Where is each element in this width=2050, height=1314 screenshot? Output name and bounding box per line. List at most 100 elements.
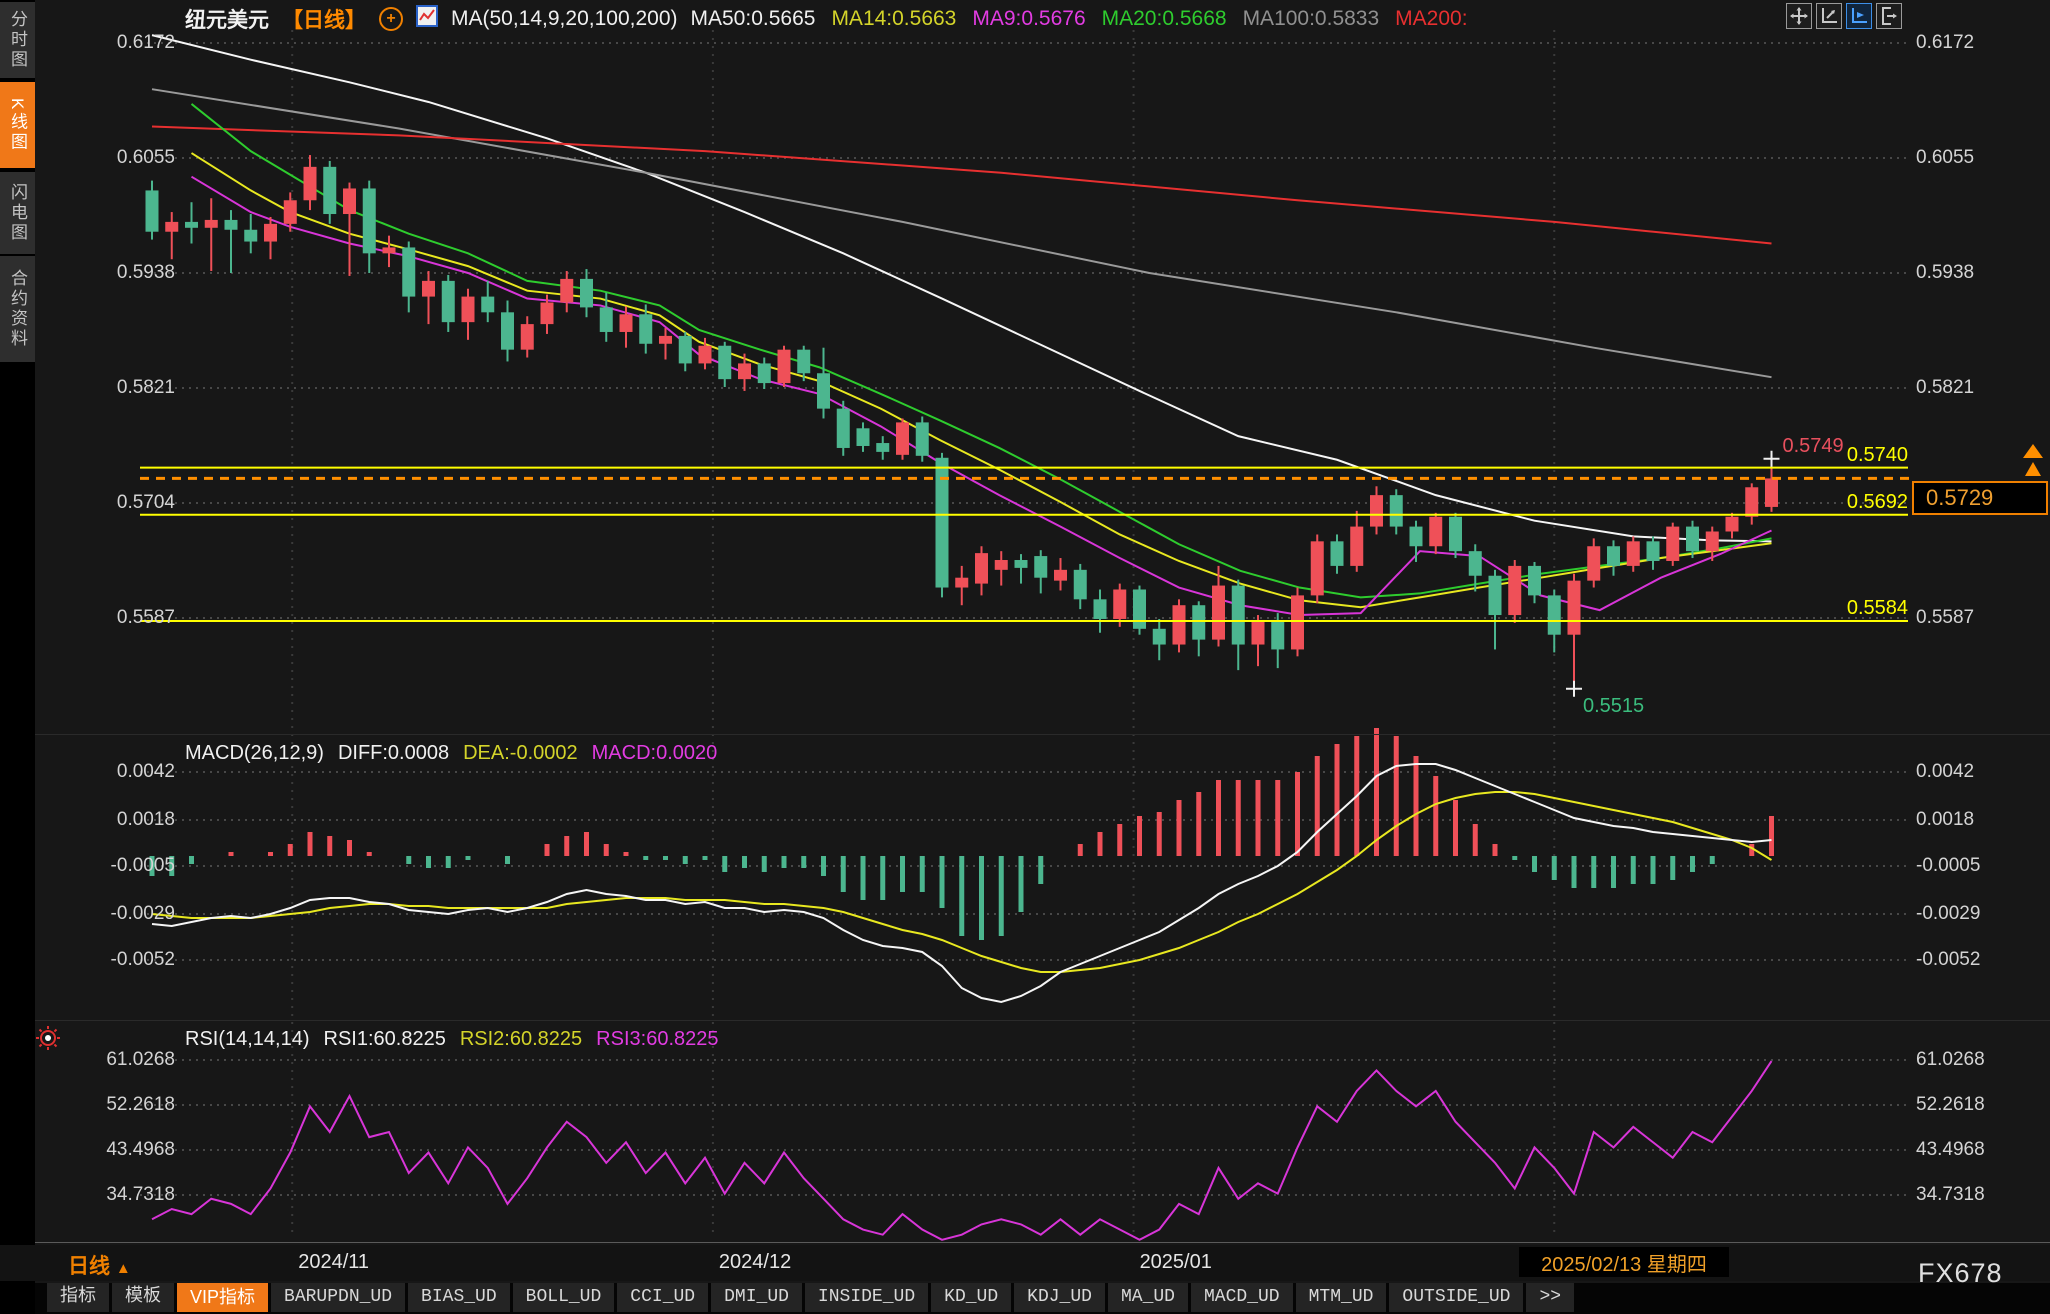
- candle-body: [600, 307, 613, 332]
- chart-app: 分时图K线图闪电图合约资料 纽元美元 【日线】 + MA(50,14,9,20,…: [0, 0, 2050, 1314]
- candle-body: [758, 363, 771, 383]
- candle-body: [1726, 517, 1739, 532]
- level-label: 0.5584: [1708, 597, 1908, 620]
- low-price-label: 0.5515: [1583, 695, 1644, 718]
- macd-axis-label: -0.0052: [35, 949, 175, 971]
- candle-body: [975, 553, 988, 583]
- candle-body: [857, 428, 870, 446]
- candle-body: [1686, 527, 1699, 552]
- chart-canvas[interactable]: [0, 0, 2050, 1245]
- candle-body: [1627, 541, 1640, 566]
- candle-body: [264, 224, 277, 242]
- sidebar-item-contract-info[interactable]: 合约资料: [0, 256, 35, 362]
- indicator-tab-ma_ud[interactable]: MA_UD: [1108, 1283, 1188, 1312]
- pan-icon[interactable]: [1786, 3, 1812, 29]
- rsi-axis-label: 52.2618: [35, 1094, 175, 1116]
- indicator-tab-dmi_ud[interactable]: DMI_UD: [711, 1283, 802, 1312]
- indicator-tab-mtm_ud[interactable]: MTM_UD: [1296, 1283, 1387, 1312]
- price-axis-label: 0.5938: [1916, 262, 1974, 284]
- candle-body: [1212, 586, 1225, 640]
- candle-body: [1489, 576, 1502, 615]
- price-axis-label: 0.5587: [1916, 607, 1974, 629]
- indicator-tab->>[interactable]: >>: [1526, 1283, 1574, 1312]
- circle-plus-icon[interactable]: +: [379, 7, 403, 31]
- candle-body: [1252, 620, 1265, 645]
- candle-body: [402, 247, 415, 296]
- candle-body: [1331, 541, 1344, 566]
- candle-body: [185, 222, 198, 228]
- mini-chart-icon[interactable]: [416, 5, 438, 33]
- indicator-tab-[interactable]: 指标: [47, 1283, 109, 1312]
- macd-dea-value: DEA:-0.0002: [463, 742, 578, 765]
- candle-body: [1173, 605, 1186, 644]
- candle-body: [225, 220, 238, 230]
- candle-body: [1666, 527, 1679, 561]
- current-price-box: 0.5729: [1912, 481, 2048, 515]
- indicator-tab-kd_ud[interactable]: KD_UD: [931, 1283, 1011, 1312]
- candle-body: [1350, 527, 1363, 566]
- indicator-tab-[interactable]: 模板: [112, 1283, 174, 1312]
- candle-body: [620, 314, 633, 332]
- indicator-tab-bias_ud[interactable]: BIAS_UD: [408, 1283, 510, 1312]
- ma-value: MA100:0.5833: [1243, 7, 1380, 31]
- indicator-tab-kdj_ud[interactable]: KDJ_UD: [1014, 1283, 1105, 1312]
- axis-scale-icon[interactable]: [1816, 3, 1842, 29]
- candle-body: [738, 363, 751, 379]
- rsi-axis-label: 34.7318: [35, 1184, 175, 1206]
- indicator-tab-macd_ud[interactable]: MACD_UD: [1191, 1283, 1293, 1312]
- candle-body: [1390, 495, 1403, 526]
- date-tick: 2025/01: [1140, 1251, 1212, 1274]
- rsi-axis-label: 61.0268: [35, 1049, 175, 1071]
- indicator-tab-inside_ud[interactable]: INSIDE_UD: [805, 1283, 928, 1312]
- axis-scale-blue-icon[interactable]: [1846, 3, 1872, 29]
- price-up-arrow-icon: [2023, 444, 2043, 476]
- candle-body: [639, 314, 652, 343]
- candle-body: [1232, 586, 1245, 645]
- macd-axis-label: -0.0005: [35, 855, 175, 877]
- macd-axis-label: -0.0052: [1916, 949, 1980, 971]
- ma-line-ma20: [192, 104, 1772, 597]
- timeline-separator: [35, 1242, 2050, 1243]
- candle-body: [955, 578, 968, 588]
- candle-body: [323, 167, 336, 214]
- candle-body: [876, 443, 889, 452]
- macd-axis-label: 0.0018: [1916, 809, 1974, 831]
- candle-body: [916, 422, 929, 455]
- candle-body: [1074, 570, 1087, 599]
- rsi-title: RSI(14,14,14): [185, 1028, 310, 1051]
- candle-body: [165, 222, 178, 232]
- sidebar-item-lightning-chart[interactable]: 闪电图: [0, 172, 35, 254]
- ma-value: MA20:0.5668: [1102, 7, 1227, 31]
- rsi-line: [152, 1061, 1772, 1240]
- indicator-tab-barupdn_ud[interactable]: BARUPDN_UD: [271, 1283, 405, 1312]
- candle-body: [442, 281, 455, 322]
- ma-value: MA200:: [1395, 7, 1467, 31]
- date-tick: 2024/11: [298, 1251, 369, 1274]
- candle-body: [1607, 546, 1620, 566]
- indicator-tab-outside_ud[interactable]: OUTSIDE_UD: [1389, 1283, 1523, 1312]
- level-label: 0.5692: [1708, 491, 1908, 514]
- rsi1-value: RSI1:60.8225: [324, 1028, 446, 1051]
- indicator-tab-boll_ud[interactable]: BOLL_UD: [513, 1283, 615, 1312]
- candle-body: [1528, 566, 1541, 595]
- period-selector[interactable]: 日线 ▲: [68, 1250, 131, 1280]
- macd-header: MACD(26,12,9) DIFF:0.0008 DEA:-0.0002 MA…: [185, 742, 717, 765]
- candle-body: [1192, 605, 1205, 639]
- low-cross-marker: [1566, 681, 1582, 697]
- candle-body: [1015, 560, 1028, 568]
- candle-body: [1410, 527, 1423, 547]
- exit-chart-icon[interactable]: [1876, 3, 1902, 29]
- candle-body: [422, 281, 435, 297]
- macd-diff-value: DIFF:0.0008: [338, 742, 449, 765]
- left-sidebar: 分时图 K线图闪电图合约资料: [0, 0, 35, 1314]
- indicator-tab-cci_ud[interactable]: CCI_UD: [617, 1283, 708, 1312]
- candle-body: [1153, 629, 1166, 645]
- candle-body: [580, 279, 593, 308]
- sidebar-item-minute-chart[interactable]: 分时图: [0, 2, 35, 78]
- indicator-tab-vip[interactable]: VIP指标: [177, 1283, 268, 1312]
- macd-axis-label: -0.0029: [1916, 903, 1980, 925]
- ma-values: MA50:0.5665MA14:0.5663MA9:0.5676MA20:0.5…: [691, 7, 1468, 31]
- pane-separator: [35, 734, 2050, 735]
- candle-body: [679, 336, 692, 364]
- sidebar-item-candle-chart[interactable]: K线图: [0, 82, 35, 168]
